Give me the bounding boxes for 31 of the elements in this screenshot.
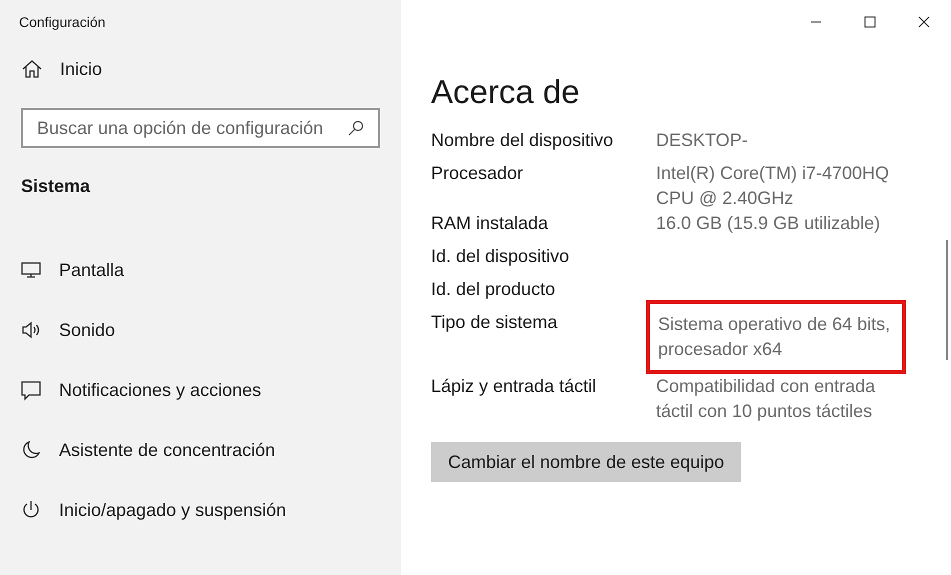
window-title: Configuración <box>19 12 106 32</box>
nav-item[interactable]: Asistente de concentración <box>0 420 401 480</box>
message-icon <box>20 379 42 401</box>
speaker-icon <box>20 319 42 341</box>
home-icon <box>21 58 43 80</box>
page-title: Acerca de <box>431 72 581 112</box>
spec-value: DESKTOP- <box>656 129 749 152</box>
spec-label: RAM instalada <box>431 212 550 235</box>
nav-item[interactable]: Notificaciones y acciones <box>0 360 401 420</box>
spec-label: Id. del dispositivo <box>431 245 570 268</box>
spec-label: Nombre del dispositivo <box>431 129 614 152</box>
spec-label: Procesador <box>431 162 524 185</box>
nav-item[interactable]: Sonido <box>0 300 401 360</box>
highlighted-spec-value: Sistema operativo de 64 bits, procesador x64 <box>646 300 906 374</box>
nav-item[interactable]: Inicio/apagado y suspensión <box>0 480 401 540</box>
spec-value: Compatibilidad con entrada táctil con 10 puntos táctiles <box>656 375 876 423</box>
section-heading: Sistema <box>21 175 92 198</box>
spec-value: 16.0 GB (15.9 GB utilizable) <box>656 212 882 235</box>
search-field[interactable]: Buscar una opción de configuración <box>21 108 380 148</box>
rename-button[interactable]: Cambiar el nombre de este equipo <box>431 442 742 482</box>
search-icon <box>348 120 364 136</box>
scrollbar[interactable] <box>946 240 948 360</box>
spec-label: Tipo de sistema <box>431 311 558 334</box>
maximize-icon <box>864 16 876 28</box>
spec-label: Lápiz y entrada táctil <box>431 375 598 398</box>
spec-value: Intel(R) Core(TM) i7-4700HQ CPU @ 2.40GHz <box>656 162 890 210</box>
spec-label: Id. del producto <box>431 278 556 301</box>
close-icon <box>918 16 930 28</box>
moon-icon <box>20 439 42 461</box>
home-link[interactable]: Inicio <box>0 44 401 94</box>
nav-item[interactable]: Pantalla <box>0 240 401 300</box>
